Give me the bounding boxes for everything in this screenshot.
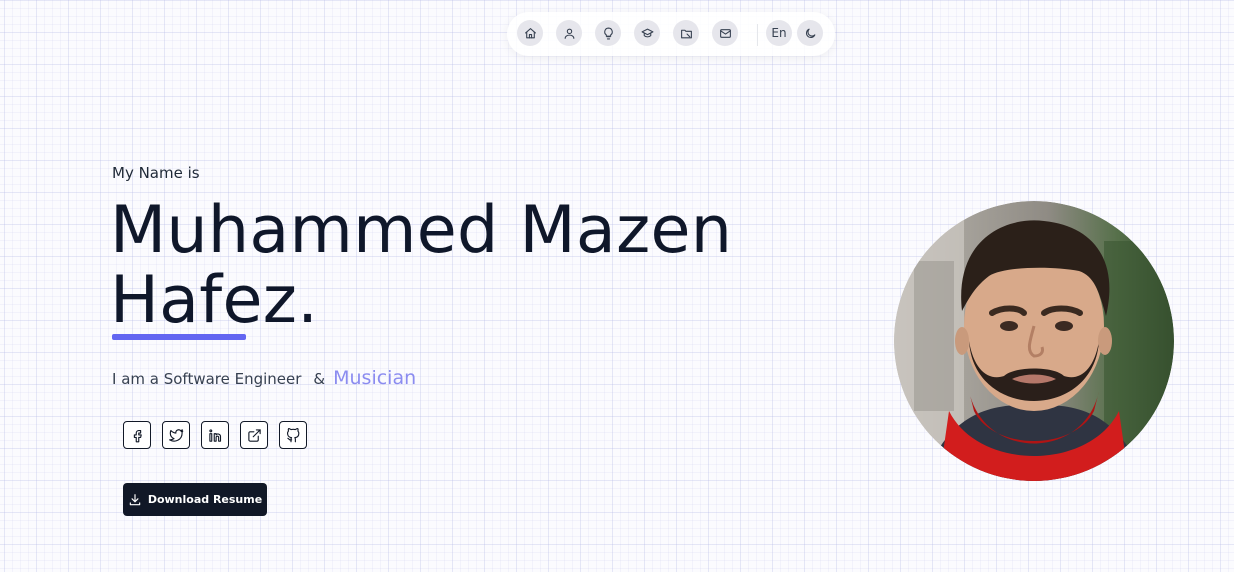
home-icon bbox=[524, 27, 536, 38]
moon-icon bbox=[805, 28, 815, 38]
top-navigation: En bbox=[507, 12, 835, 56]
facebook-icon bbox=[133, 429, 142, 442]
name-underline bbox=[112, 334, 246, 340]
name-line-1: Muhammed Mazen bbox=[110, 193, 733, 268]
language-toggle-button[interactable]: En bbox=[766, 20, 792, 46]
nav-home-button[interactable] bbox=[517, 20, 543, 46]
nav-divider bbox=[757, 24, 758, 46]
name-line-2: Hafez. bbox=[110, 263, 319, 338]
page-title: Muhammed Mazen Hafez. bbox=[110, 196, 732, 336]
twitter-icon bbox=[168, 428, 183, 442]
portfolio-link[interactable] bbox=[240, 421, 268, 449]
github-icon bbox=[286, 427, 299, 442]
user-icon bbox=[564, 28, 574, 39]
role-prefix: I am a Software Engineer bbox=[112, 370, 302, 388]
download-resume-label: Download Resume bbox=[147, 493, 263, 506]
download-resume-button[interactable]: Download Resume bbox=[123, 483, 267, 516]
linkedin-icon bbox=[208, 428, 221, 442]
language-label: En bbox=[771, 26, 787, 40]
github-link[interactable] bbox=[279, 421, 307, 449]
nav-projects-button[interactable] bbox=[673, 20, 699, 46]
nav-about-button[interactable] bbox=[556, 20, 582, 46]
nav-contact-button[interactable] bbox=[712, 20, 738, 46]
nav-education-button[interactable] bbox=[634, 20, 660, 46]
role-ampersand: & bbox=[313, 370, 326, 388]
twitter-link[interactable] bbox=[162, 421, 190, 449]
intro-text: My Name is bbox=[112, 164, 200, 182]
mail-icon bbox=[719, 28, 731, 38]
external-link-icon bbox=[247, 428, 261, 442]
download-icon bbox=[129, 493, 141, 505]
graduation-cap-icon bbox=[641, 28, 653, 37]
nav-skills-button[interactable] bbox=[595, 20, 621, 46]
linkedin-link[interactable] bbox=[201, 421, 229, 449]
role-line: I am a Software Engineer & Musician bbox=[112, 367, 416, 389]
role-accent: Musician bbox=[333, 367, 417, 389]
lightbulb-icon bbox=[603, 27, 613, 39]
folder-icon bbox=[680, 29, 692, 38]
profile-photo bbox=[894, 201, 1174, 481]
facebook-link[interactable] bbox=[123, 421, 151, 449]
theme-toggle-button[interactable] bbox=[797, 20, 823, 46]
